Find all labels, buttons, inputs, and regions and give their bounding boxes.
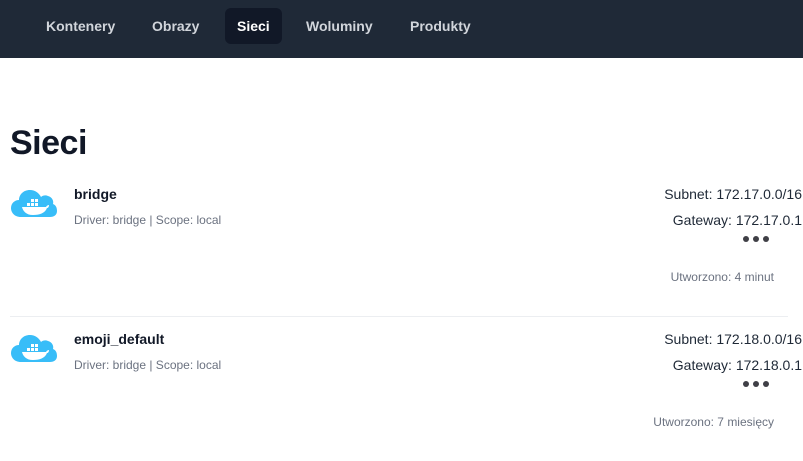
network-item-bridge[interactable]: bridge Driver: bridge | Scope: local Sub… bbox=[10, 186, 802, 317]
network-name[interactable]: bridge bbox=[74, 186, 117, 202]
tab-sieci[interactable]: Sieci bbox=[225, 8, 282, 44]
network-name[interactable]: emoji_default bbox=[74, 331, 164, 347]
tab-produkty[interactable]: Produkty bbox=[398, 8, 483, 44]
page-title: Sieci bbox=[10, 124, 87, 162]
network-meta: Driver: bridge | Scope: local bbox=[74, 358, 222, 372]
network-meta: Driver: bridge | Scope: local bbox=[74, 213, 222, 227]
network-created: Utworzono: 7 miesięcy bbox=[653, 415, 774, 429]
top-navigation: Kontenery Obrazy Sieci Woluminy Produkty bbox=[0, 0, 803, 58]
docker-cloud-icon bbox=[11, 190, 57, 217]
network-subnet: Subnet: 172.17.0.0/16 bbox=[664, 186, 802, 202]
docker-cloud-icon bbox=[11, 335, 57, 362]
dot bbox=[763, 381, 769, 387]
dot bbox=[763, 236, 769, 242]
network-subnet: Subnet: 172.18.0.0/16 bbox=[664, 331, 802, 347]
more-options-icon[interactable] bbox=[743, 232, 773, 246]
network-details: Subnet: 172.17.0.0/16 Gateway: 172.17.0.… bbox=[542, 186, 802, 236]
dot bbox=[743, 381, 749, 387]
network-details: Subnet: 172.18.0.0/16 Gateway: 172.18.0.… bbox=[542, 331, 802, 381]
network-created: Utworzono: 4 minut bbox=[670, 270, 774, 284]
tab-kontenery[interactable]: Kontenery bbox=[34, 8, 127, 44]
dot bbox=[743, 236, 749, 242]
dot bbox=[753, 381, 759, 387]
dot bbox=[753, 236, 759, 242]
more-options-icon[interactable] bbox=[743, 377, 773, 391]
network-item-emoji-default[interactable]: emoji_default Driver: bridge | Scope: lo… bbox=[10, 331, 802, 461]
tab-woluminy[interactable]: Woluminy bbox=[294, 8, 385, 44]
tab-obrazy[interactable]: Obrazy bbox=[140, 8, 211, 44]
